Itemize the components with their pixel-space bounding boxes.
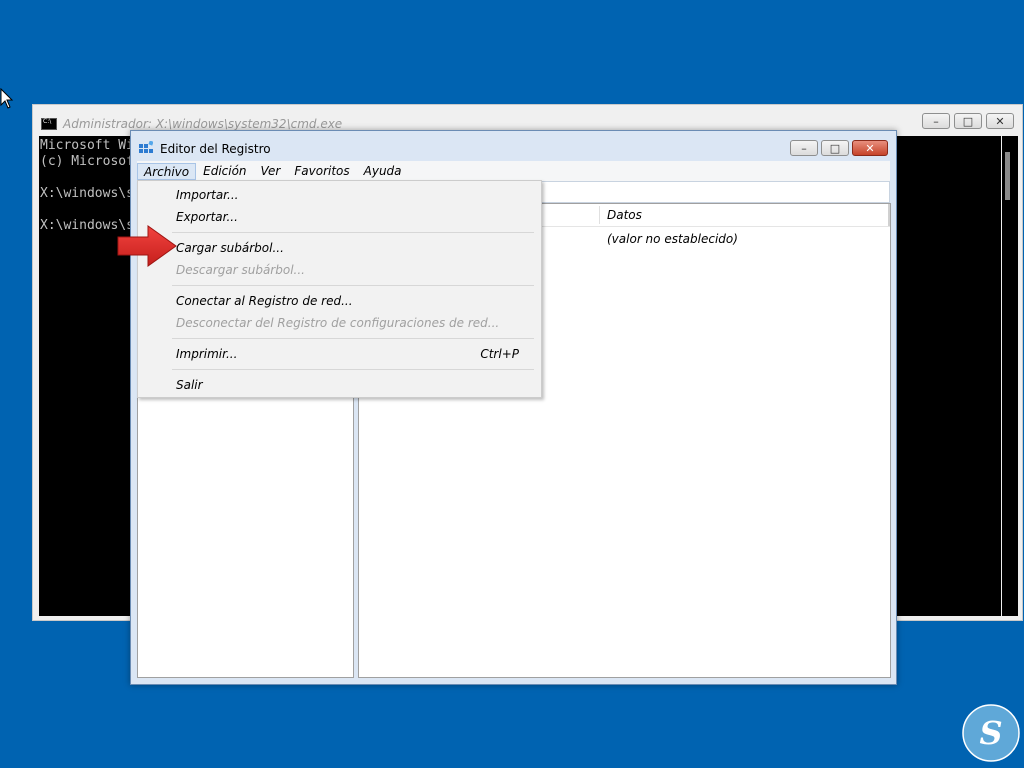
regedit-icon xyxy=(139,141,153,153)
column-divider[interactable] xyxy=(599,206,600,224)
archivo-dropdown-menu: Importar... Exportar... Cargar subárbol.… xyxy=(137,180,542,398)
menu-item-descargar-subarbol: Descargar subárbol... xyxy=(176,263,305,277)
menu-item-conectar-registro-red[interactable]: Conectar al Registro de red... xyxy=(176,294,353,308)
value-data-cell[interactable]: (valor no establecido) xyxy=(607,232,738,246)
cmd-window-controls: – □ ✕ xyxy=(922,113,1014,131)
regedit-maximize-button[interactable]: □ xyxy=(821,140,849,156)
mouse-cursor-icon xyxy=(0,88,14,109)
regedit-minimize-button[interactable]: – xyxy=(790,140,818,156)
menu-shortcut-imprimir: Ctrl+P xyxy=(480,347,519,361)
cmd-icon xyxy=(41,103,57,141)
logo-letter: S xyxy=(979,714,1002,752)
menu-ver[interactable]: Ver xyxy=(254,164,288,178)
menu-item-cargar-subarbol[interactable]: Cargar subárbol... xyxy=(176,241,284,255)
menu-edicion[interactable]: Edición xyxy=(196,164,253,178)
menu-item-salir[interactable]: Salir xyxy=(176,378,203,392)
cmd-scrollbar-thumb[interactable] xyxy=(1005,152,1010,200)
regedit-title: Editor del Registro xyxy=(160,142,271,156)
header-edge xyxy=(888,204,890,226)
regedit-titlebar[interactable]: Editor del Registro – □ ✕ xyxy=(131,131,896,161)
menu-separator xyxy=(172,232,534,233)
menu-item-desconectar-registro-red: Desconectar del Registro de configuracio… xyxy=(176,316,500,330)
menu-separator xyxy=(172,369,534,370)
cmd-maximize-button[interactable]: □ xyxy=(954,113,982,129)
menu-separator xyxy=(172,338,534,339)
red-arrow-annotation-icon xyxy=(117,225,177,267)
menu-archivo[interactable]: Archivo xyxy=(137,162,197,180)
menu-ayuda[interactable]: Ayuda xyxy=(357,164,409,178)
menu-item-importar[interactable]: Importar... xyxy=(176,188,238,202)
menu-item-imprimir[interactable]: Imprimir... xyxy=(176,347,237,361)
menu-item-exportar[interactable]: Exportar... xyxy=(176,210,238,224)
cmd-scrollbar[interactable] xyxy=(1002,136,1018,616)
regedit-window-controls: – □ ✕ xyxy=(790,140,888,156)
regedit-menubar: Archivo Edición Ver Favoritos Ayuda xyxy=(137,161,890,181)
regedit-close-button[interactable]: ✕ xyxy=(852,140,888,156)
cmd-close-button[interactable]: ✕ xyxy=(986,113,1014,129)
watermark-logo-icon: S xyxy=(962,704,1020,762)
menu-separator xyxy=(172,285,534,286)
cmd-minimize-button[interactable]: – xyxy=(922,113,950,129)
menu-favoritos[interactable]: Favoritos xyxy=(287,164,356,178)
column-datos-header[interactable]: Datos xyxy=(607,208,642,222)
